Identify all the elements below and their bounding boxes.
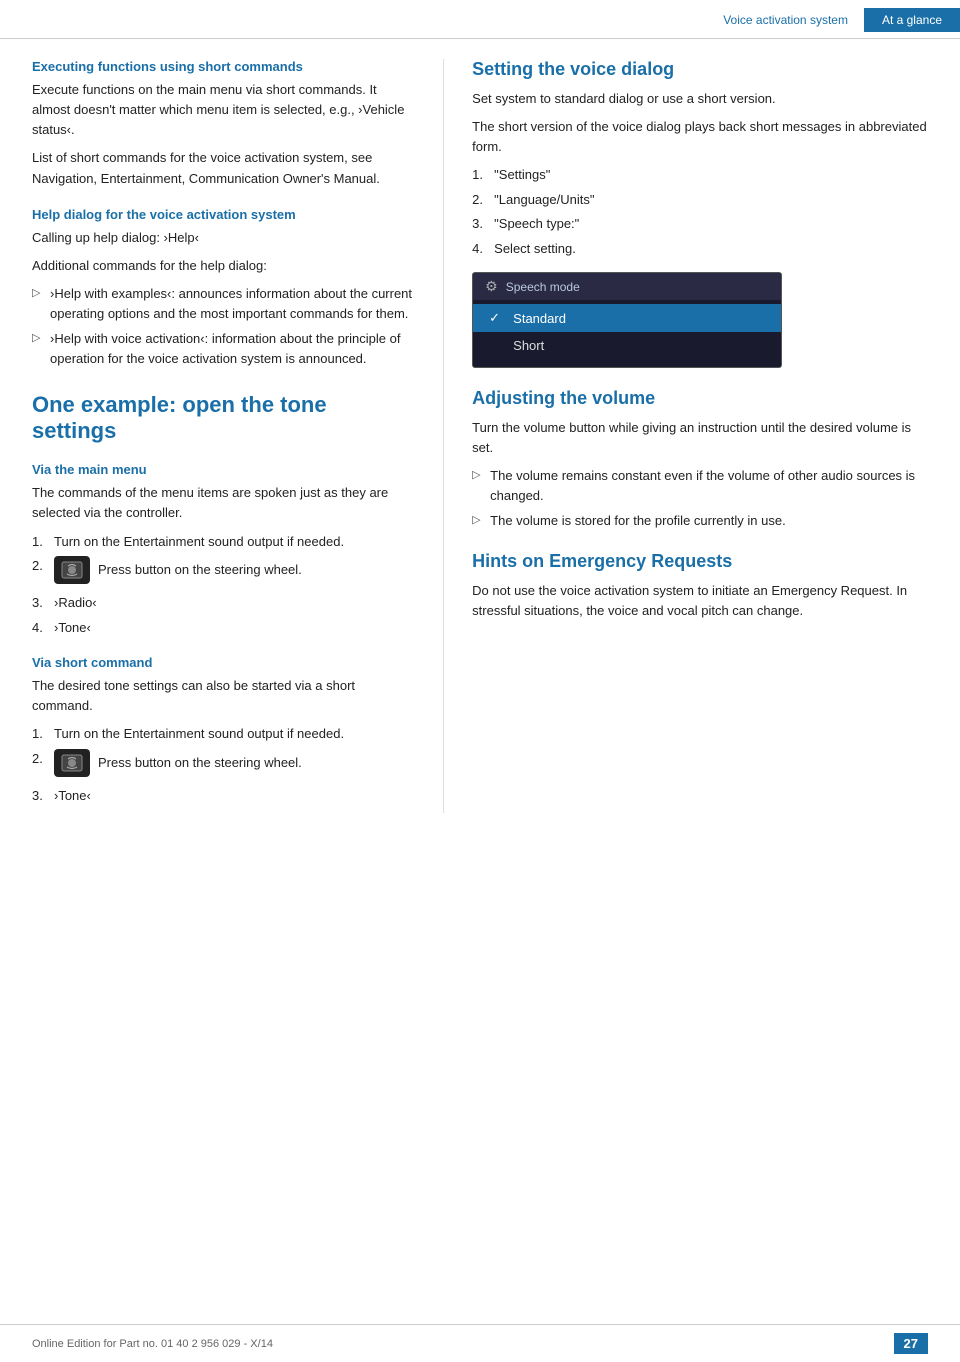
help-dialog-p1: Calling up help dialog: ›Help‹ xyxy=(32,228,415,248)
step-content: Select setting. xyxy=(494,239,928,259)
step-content: Turn on the Entertainment sound output i… xyxy=(54,724,415,744)
setting-voice-dialog-heading: Setting the voice dialog xyxy=(472,59,928,81)
hints-heading: Hints on Emergency Requests xyxy=(472,551,928,573)
step-number: 4. xyxy=(32,618,54,638)
step-content: Turn on the Entertainment sound output i… xyxy=(54,532,415,552)
speech-mode-screenshot: ⚙ Speech mode ✓ Standard Short xyxy=(472,272,782,368)
step-number: 3. xyxy=(32,593,54,613)
step-number: 2. xyxy=(32,749,54,769)
help-bullets-list: ▷ ›Help with examples‹: announces inform… xyxy=(32,284,415,370)
arrow-icon: ▷ xyxy=(32,285,50,302)
executing-p1: Execute functions on the main menu via s… xyxy=(32,80,415,140)
volume-bullets-list: ▷ The volume remains constant even if th… xyxy=(472,466,928,531)
speech-mode-options: ✓ Standard Short xyxy=(473,300,781,367)
adjusting-volume-heading: Adjusting the volume xyxy=(472,388,928,410)
header-section-2: At a glance xyxy=(864,8,960,32)
speech-mode-standard-label: Standard xyxy=(513,311,566,326)
steering-wheel-button-icon xyxy=(54,556,90,584)
setting-voice-dialog-p1: Set system to standard dialog or use a s… xyxy=(472,89,928,109)
via-main-menu-p: The commands of the menu items are spoke… xyxy=(32,483,415,523)
step-content: ›Radio‹ xyxy=(54,593,415,613)
step-number: 3. xyxy=(472,214,494,234)
step-number: 1. xyxy=(472,165,494,185)
main-content: Executing functions using short commands… xyxy=(0,39,960,833)
steps-short-list: 1. Turn on the Entertainment sound outpu… xyxy=(32,724,415,805)
list-item: 2. "Language/Units" xyxy=(472,190,928,210)
speech-mode-option-standard: ✓ Standard xyxy=(473,304,781,332)
left-column: Executing functions using short commands… xyxy=(32,59,444,813)
help-dialog-p2: Additional commands for the help dialog: xyxy=(32,256,415,276)
list-item: 4. Select setting. xyxy=(472,239,928,259)
speech-mode-title-bar: ⚙ Speech mode xyxy=(473,273,781,300)
volume-bullet-1: The volume remains constant even if the … xyxy=(490,466,928,506)
speech-mode-icon: ⚙ xyxy=(485,278,498,295)
list-item: ▷ The volume is stored for the profile c… xyxy=(472,511,928,531)
page-header: Voice activation system At a glance xyxy=(0,0,960,39)
step-number: 2. xyxy=(472,190,494,210)
step-content: Press button on the steering wheel. xyxy=(54,749,415,781)
arrow-icon: ▷ xyxy=(472,467,490,484)
step-content: "Speech type:" xyxy=(494,214,928,234)
speech-mode-title-text: Speech mode xyxy=(506,280,580,294)
list-item: ▷ ›Help with examples‹: announces inform… xyxy=(32,284,415,324)
step-btn-label: Press button on the steering wheel. xyxy=(98,560,302,580)
list-item: 1. "Settings" xyxy=(472,165,928,185)
executing-heading: Executing functions using short commands xyxy=(32,59,415,74)
adjusting-volume-p: Turn the volume button while giving an i… xyxy=(472,418,928,458)
setting-voice-dialog-p2: The short version of the voice dialog pl… xyxy=(472,117,928,157)
list-item: 2. Press button on the steering wheel. xyxy=(32,556,415,588)
via-main-menu-heading: Via the main menu xyxy=(32,462,415,477)
via-short-cmd-p: The desired tone settings can also be st… xyxy=(32,676,415,716)
step-number: 3. xyxy=(32,786,54,806)
tone-heading: One example: open the tone settings xyxy=(32,392,415,445)
volume-bullet-2: The volume is stored for the profile cur… xyxy=(490,511,928,531)
step-content: "Settings" xyxy=(494,165,928,185)
footer-text: Online Edition for Part no. 01 40 2 956 … xyxy=(32,1338,273,1350)
footer-right: 27 xyxy=(894,1333,928,1354)
checkmark-icon: ✓ xyxy=(489,310,505,326)
list-item: 1. Turn on the Entertainment sound outpu… xyxy=(32,532,415,552)
list-item: ▷ ›Help with voice activation‹: informat… xyxy=(32,329,415,369)
step-number: 4. xyxy=(472,239,494,259)
list-item: ▷ The volume remains constant even if th… xyxy=(472,466,928,506)
step-number: 1. xyxy=(32,724,54,744)
button-row: Press button on the steering wheel. xyxy=(54,749,415,777)
header-nav: Voice activation system At a glance xyxy=(707,8,960,32)
help-dialog-heading: Help dialog for the voice activation sys… xyxy=(32,207,415,222)
step-btn-label: Press button on the steering wheel. xyxy=(98,753,302,773)
steps-voice-list: 1. "Settings" 2. "Language/Units" 3. "Sp… xyxy=(472,165,928,258)
arrow-icon: ▷ xyxy=(32,330,50,347)
right-column: Setting the voice dialog Set system to s… xyxy=(444,59,928,813)
arrow-icon: ▷ xyxy=(472,512,490,529)
executing-p2: List of short commands for the voice act… xyxy=(32,148,415,188)
list-item: 3. ›Radio‹ xyxy=(32,593,415,613)
step-content: ›Tone‹ xyxy=(54,618,415,638)
header-section-1: Voice activation system xyxy=(707,8,864,32)
list-item: 3. "Speech type:" xyxy=(472,214,928,234)
help-bullet-2: ›Help with voice activation‹: informatio… xyxy=(50,329,415,369)
speech-mode-short-label: Short xyxy=(513,338,544,353)
step-number: 2. xyxy=(32,556,54,576)
steering-wheel-button-icon xyxy=(54,749,90,777)
step-number: 1. xyxy=(32,532,54,552)
hints-p: Do not use the voice activation system t… xyxy=(472,581,928,621)
steps-main-list: 1. Turn on the Entertainment sound outpu… xyxy=(32,532,415,638)
page-footer: Online Edition for Part no. 01 40 2 956 … xyxy=(0,1324,960,1362)
speech-mode-option-short: Short xyxy=(473,332,781,359)
page-number: 27 xyxy=(894,1333,928,1354)
via-short-cmd-heading: Via short command xyxy=(32,655,415,670)
list-item: 2. Press button on the steering wheel. xyxy=(32,749,415,781)
list-item: 1. Turn on the Entertainment sound outpu… xyxy=(32,724,415,744)
list-item: 4. ›Tone‹ xyxy=(32,618,415,638)
list-item: 3. ›Tone‹ xyxy=(32,786,415,806)
step-content: "Language/Units" xyxy=(494,190,928,210)
step-content: ›Tone‹ xyxy=(54,786,415,806)
button-row: Press button on the steering wheel. xyxy=(54,556,415,584)
help-bullet-1: ›Help with examples‹: announces informat… xyxy=(50,284,415,324)
step-content: Press button on the steering wheel. xyxy=(54,556,415,588)
